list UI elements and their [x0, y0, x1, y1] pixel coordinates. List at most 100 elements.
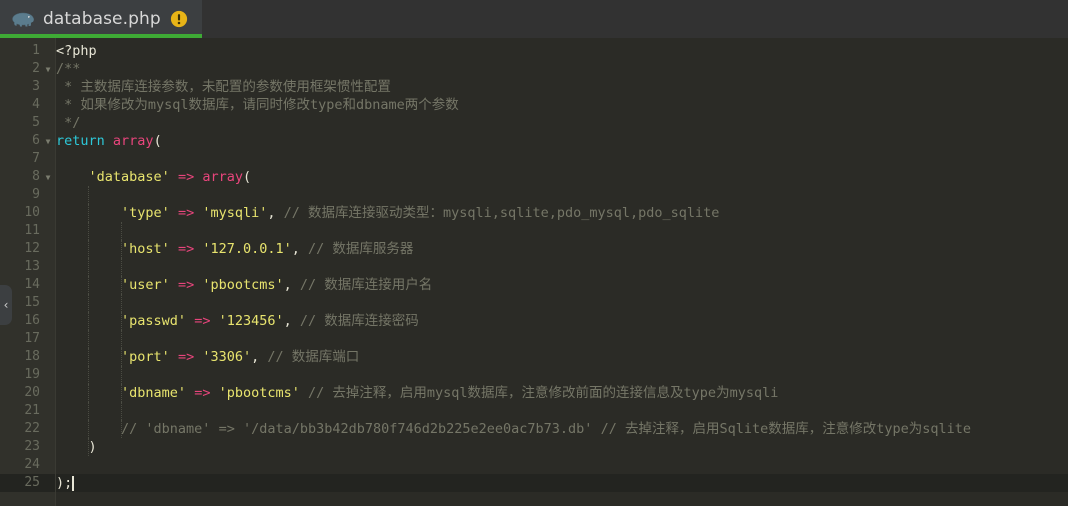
- code-line[interactable]: 3 * 主数据库连接参数，未配置的参数使用框架惯性配置: [0, 78, 1068, 96]
- line-number: 8: [32, 169, 40, 184]
- token-comment: */: [56, 115, 81, 131]
- token-default: ,: [251, 349, 268, 365]
- code-line[interactable]: 5 */: [0, 114, 1068, 132]
- code-line-background: [56, 114, 1068, 132]
- warning-exclamation-icon[interactable]: [170, 10, 188, 28]
- line-number: 12: [24, 241, 40, 256]
- indent-guide: [120, 222, 122, 240]
- line-number: 1: [32, 43, 40, 58]
- code-line-text: */: [56, 114, 80, 132]
- code-line[interactable]: 8 ▼ 'database' => array(: [0, 168, 1068, 186]
- code-line[interactable]: 16 'passwd' => '123456', // 数据库连接密码: [0, 312, 1068, 330]
- token-comment: // 数据库连接密码: [299, 313, 419, 329]
- line-number: 25: [24, 475, 40, 490]
- token-default: ): [56, 439, 97, 455]
- token-string: 'mysqli': [202, 205, 268, 221]
- tab-database-php[interactable]: database.php: [0, 0, 202, 38]
- indent-guide: [88, 240, 90, 258]
- indent-guide: [120, 240, 122, 258]
- fold-toggle-icon[interactable]: ▼: [43, 132, 53, 150]
- code-line-background: [56, 186, 1068, 204]
- code-line-text: );: [56, 474, 72, 492]
- token-string: '127.0.0.1': [202, 241, 292, 257]
- token-default: [186, 313, 194, 329]
- code-line[interactable]: 7: [0, 150, 1068, 168]
- code-line[interactable]: 2 ▼/**: [0, 60, 1068, 78]
- code-line-background: [56, 150, 1068, 168]
- indent-guide: [120, 276, 122, 294]
- token-string: 'user': [121, 277, 170, 293]
- line-number: 11: [24, 223, 40, 238]
- line-number: 6: [32, 133, 40, 148]
- code-line[interactable]: 19: [0, 366, 1068, 384]
- line-number: 20: [24, 385, 40, 400]
- code-line[interactable]: 15: [0, 294, 1068, 312]
- chevron-left-icon: ‹: [3, 298, 9, 312]
- code-line[interactable]: 22 // 'dbname' => '/data/bb3b42db780f746…: [0, 420, 1068, 438]
- code-line[interactable]: 23 ): [0, 438, 1068, 456]
- line-number: 9: [32, 187, 40, 202]
- token-default: [170, 277, 178, 293]
- code-line[interactable]: 6 ▼ return array(: [0, 132, 1068, 150]
- code-line[interactable]: 25);: [0, 474, 1068, 492]
- indent-guide: [88, 276, 90, 294]
- code-line-text: 'host' => '127.0.0.1', // 数据库服务器: [56, 240, 413, 258]
- code-line[interactable]: 17: [0, 330, 1068, 348]
- token-comment: // 数据库端口: [267, 349, 360, 365]
- code-line-text: * 如果修改为mysql数据库，请同时修改type和dbname两个参数: [56, 96, 459, 114]
- code-line-background: [56, 456, 1068, 474]
- code-line-background: [56, 294, 1068, 312]
- line-number: 23: [24, 439, 40, 454]
- indent-guide: [88, 294, 90, 312]
- indent-guide: [88, 258, 90, 276]
- token-default: ,: [283, 277, 300, 293]
- token-default: [56, 169, 89, 185]
- fold-toggle-icon[interactable]: ▼: [43, 168, 53, 186]
- code-line[interactable]: 13: [0, 258, 1068, 276]
- code-line-background: [56, 474, 1068, 492]
- code-line[interactable]: 11: [0, 222, 1068, 240]
- line-number: 7: [32, 151, 40, 166]
- code-line[interactable]: 10 'type' => 'mysqli', // 数据库连接驱动类型：mysq…: [0, 204, 1068, 222]
- fold-toggle-icon[interactable]: ▼: [43, 60, 53, 78]
- sidebar-collapse-handle[interactable]: ‹: [0, 285, 12, 325]
- code-line-text: 'user' => 'pbootcms', // 数据库连接用户名: [56, 276, 432, 294]
- token-default: <?php: [56, 43, 97, 59]
- code-content[interactable]: 1 <?php 2 ▼/** 3 * 主数据库连接参数，未配置的参数使用框架惯性配置 4 …: [0, 42, 1068, 492]
- token-function: array: [202, 169, 243, 185]
- token-default: [300, 385, 308, 401]
- token-operator: =>: [177, 277, 195, 293]
- token-comment: * 主数据库连接参数，未配置的参数使用框架惯性配置: [56, 79, 391, 95]
- code-line[interactable]: 1 <?php: [0, 42, 1068, 60]
- code-line-text: 'type' => 'mysqli', // 数据库连接驱动类型：mysqli,…: [56, 204, 719, 222]
- token-operator: =>: [177, 349, 195, 365]
- token-default: [170, 241, 178, 257]
- line-number: 4: [32, 97, 40, 112]
- code-line[interactable]: 4 * 如果修改为mysql数据库，请同时修改type和dbname两个参数: [0, 96, 1068, 114]
- line-number: 13: [24, 259, 40, 274]
- token-keyword: return: [56, 133, 105, 149]
- code-line-background: [56, 402, 1068, 420]
- code-line-background: [56, 132, 1068, 150]
- token-default: );: [56, 475, 73, 491]
- code-line[interactable]: 24: [0, 456, 1068, 474]
- indent-guide: [120, 312, 122, 330]
- code-line[interactable]: 14 'user' => 'pbootcms', // 数据库连接用户名: [0, 276, 1068, 294]
- code-line[interactable]: 12 'host' => '127.0.0.1', // 数据库服务器: [0, 240, 1068, 258]
- code-line[interactable]: 21: [0, 402, 1068, 420]
- indent-guide: [88, 366, 90, 384]
- line-number: 2: [32, 61, 40, 76]
- code-line-background: [56, 60, 1068, 78]
- indent-guide: [88, 204, 90, 222]
- code-line-text: 'database' => array(: [56, 168, 252, 186]
- code-editor[interactable]: 1 <?php 2 ▼/** 3 * 主数据库连接参数，未配置的参数使用框架惯性配置 4 …: [0, 38, 1068, 506]
- token-default: [170, 205, 178, 221]
- indent-guide: [88, 186, 90, 204]
- indent-guide: [88, 420, 90, 438]
- code-line[interactable]: 18 'port' => '3306', // 数据库端口: [0, 348, 1068, 366]
- line-number: 21: [24, 403, 40, 418]
- token-operator: =>: [177, 205, 195, 221]
- code-line[interactable]: 9: [0, 186, 1068, 204]
- token-string: 'type': [121, 205, 170, 221]
- code-line[interactable]: 20 'dbname' => 'pbootcms' // 去掉注释，启用mysq…: [0, 384, 1068, 402]
